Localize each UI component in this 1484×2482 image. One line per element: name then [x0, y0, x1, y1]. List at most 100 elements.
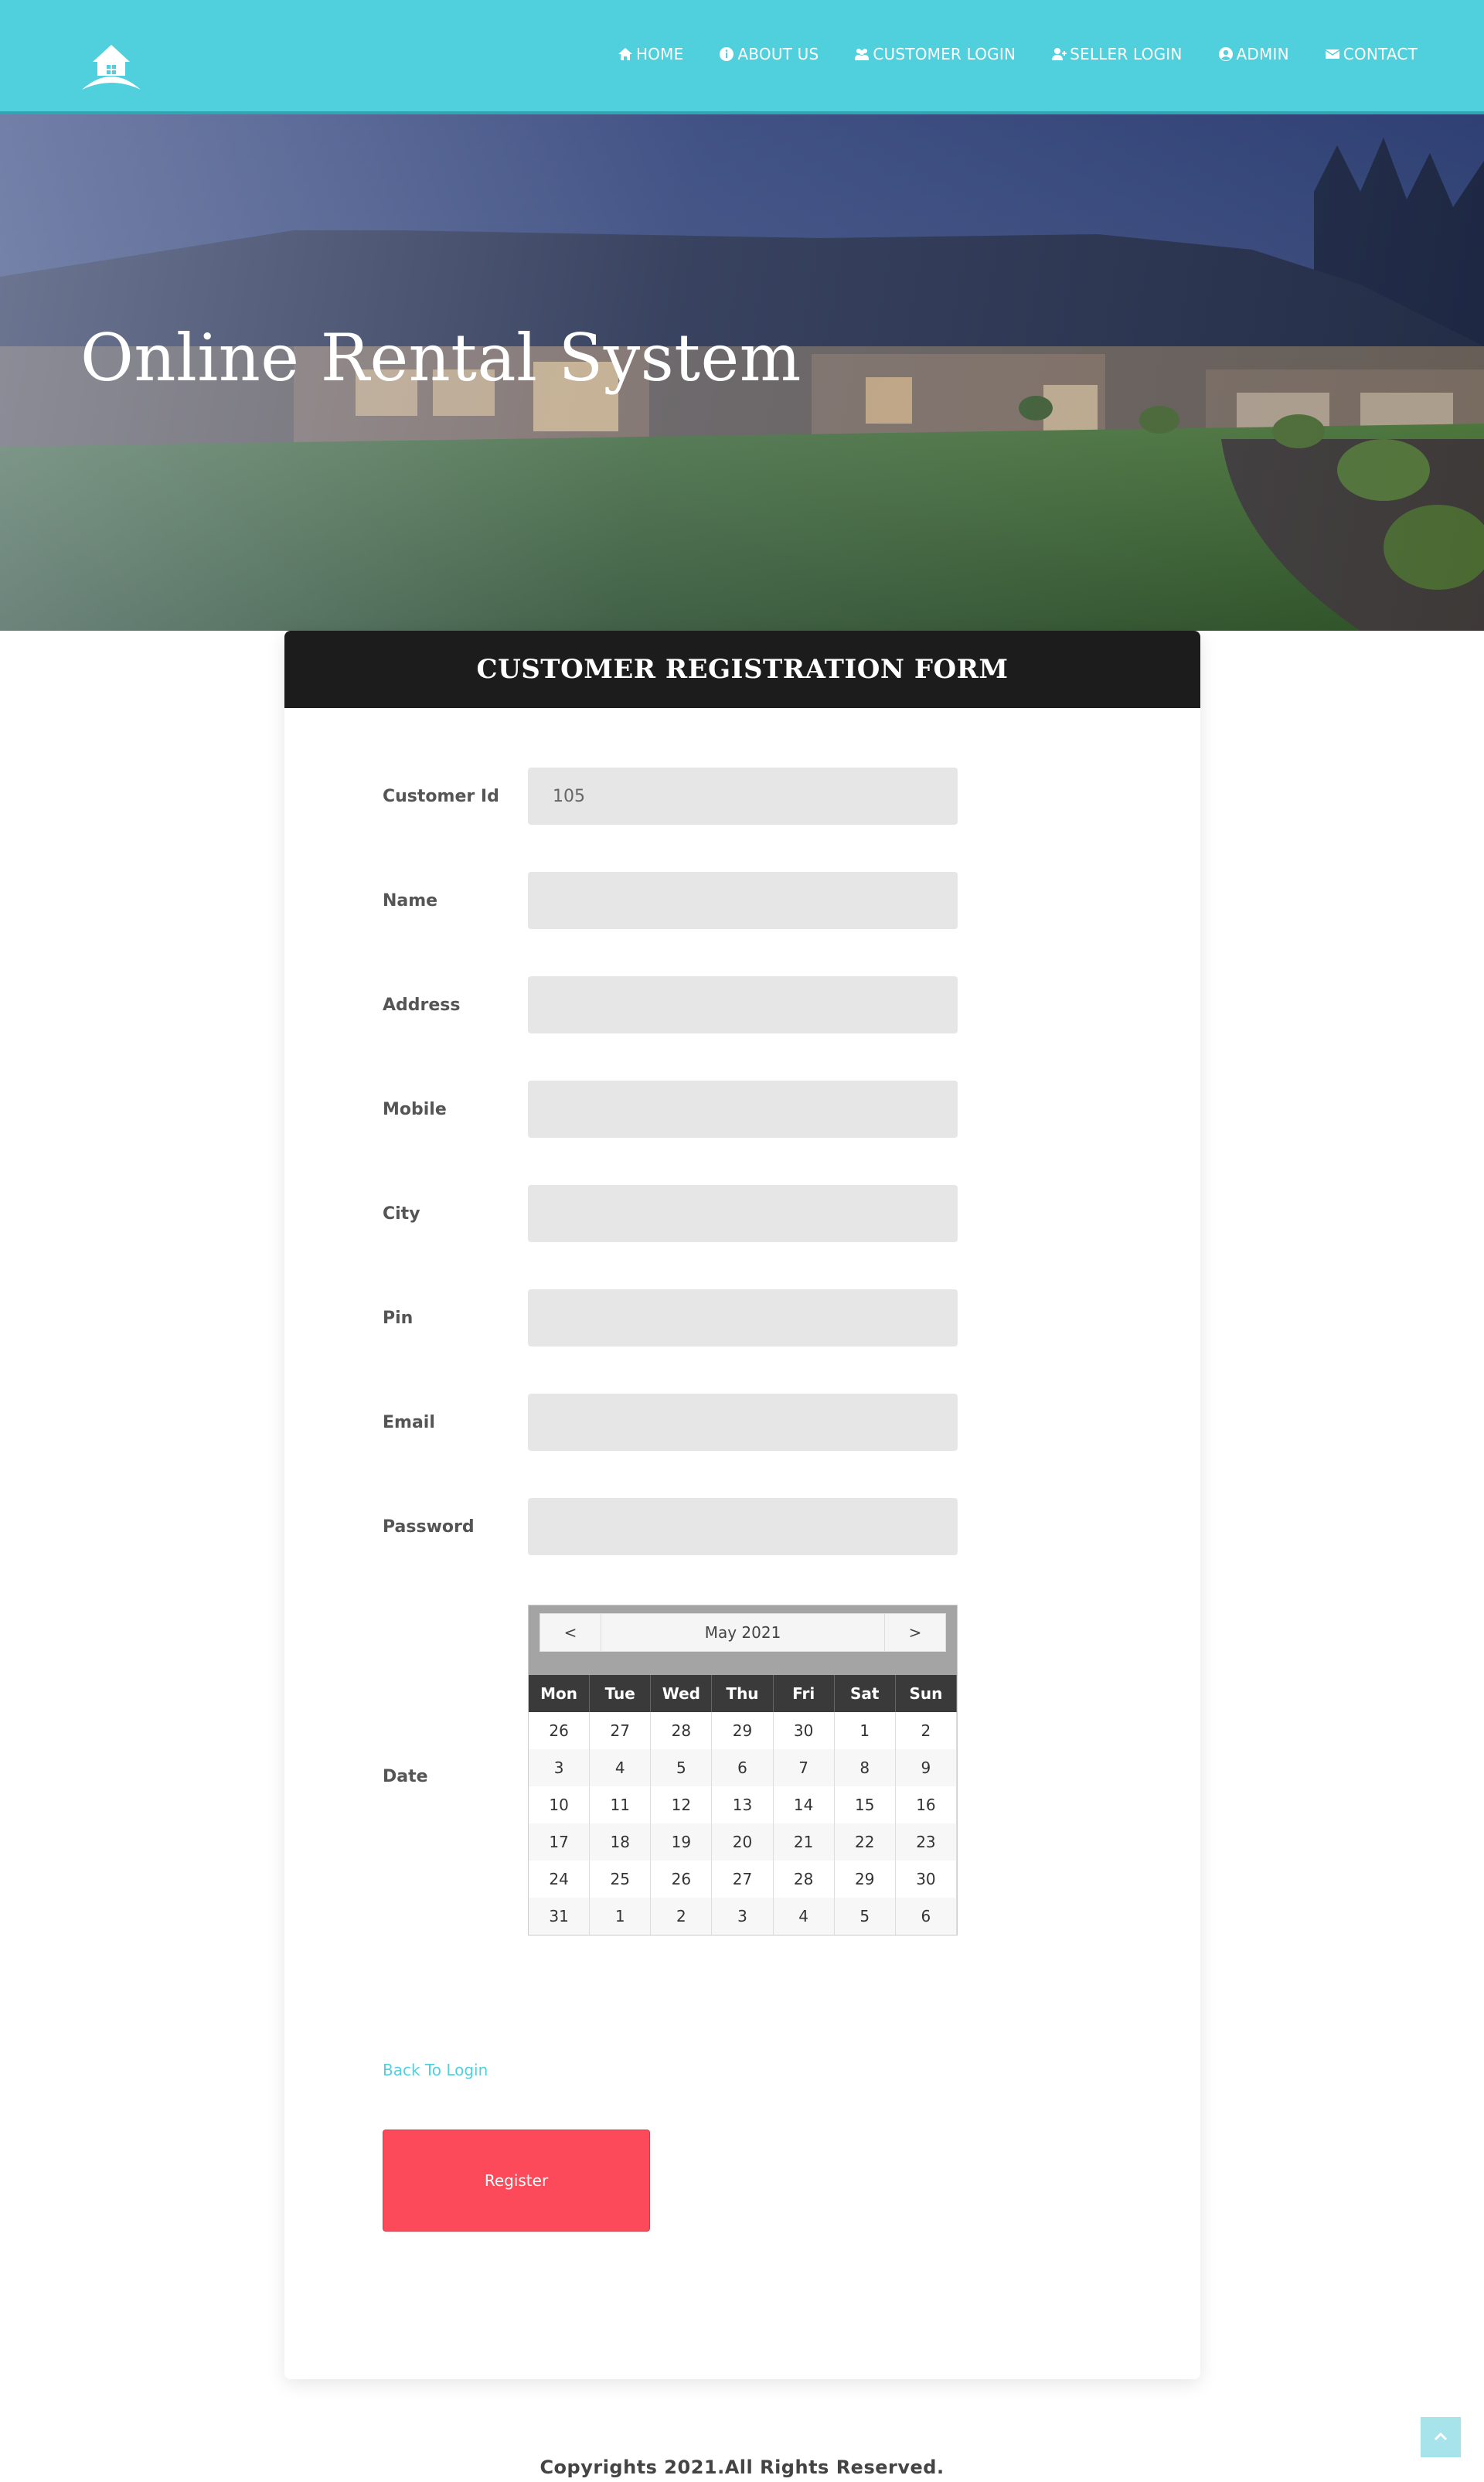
info-icon — [720, 47, 734, 61]
home-icon — [618, 48, 632, 60]
hero-title: Online Rental System — [80, 320, 802, 396]
back-to-login-link[interactable]: Back To Login — [383, 2061, 488, 2079]
nav-about-us[interactable]: ABOUT US — [719, 45, 819, 63]
calendar-day[interactable]: 21 — [773, 1823, 835, 1861]
calendar-day[interactable]: 25 — [590, 1861, 652, 1898]
user-circle-icon — [1218, 47, 1233, 61]
calendar-day[interactable]: 29 — [712, 1712, 774, 1749]
name-input[interactable] — [528, 872, 958, 929]
calendar-day[interactable]: 18 — [590, 1823, 652, 1861]
mobile-row: Mobile — [383, 1081, 958, 1138]
calendar-day[interactable]: 4 — [773, 1898, 835, 1935]
nav-admin-label: ADMIN — [1236, 45, 1289, 63]
name-row: Name — [383, 872, 958, 929]
calendar-day[interactable]: 26 — [529, 1712, 591, 1749]
pin-input[interactable] — [528, 1289, 958, 1347]
customer-id-label: Customer Id — [383, 786, 499, 806]
calendar-day[interactable]: 31 — [529, 1898, 591, 1935]
house-logo-icon[interactable] — [80, 42, 142, 93]
chevron-up-icon — [1434, 2432, 1448, 2441]
customer-id-input[interactable] — [528, 768, 958, 825]
calendar-day[interactable]: 28 — [651, 1712, 713, 1749]
calendar-day[interactable]: 6 — [712, 1749, 774, 1786]
calendar-day[interactable]: 1 — [835, 1712, 896, 1749]
form-header: CUSTOMER REGISTRATION FORM — [284, 631, 1200, 708]
calendar-day[interactable]: 29 — [835, 1861, 896, 1898]
calendar-day[interactable]: 5 — [834, 1898, 896, 1935]
address-label: Address — [383, 995, 461, 1015]
nav-about-label: ABOUT US — [737, 45, 819, 63]
calendar-day[interactable]: 12 — [651, 1786, 713, 1823]
calendar-day[interactable]: 7 — [773, 1749, 835, 1786]
address-input[interactable] — [528, 976, 958, 1033]
nav-admin[interactable]: ADMIN — [1218, 45, 1289, 63]
nav-seller-login[interactable]: SELLER LOGIN — [1051, 45, 1182, 63]
calendar-day[interactable]: 22 — [834, 1823, 896, 1861]
city-row: City — [383, 1185, 958, 1242]
calendar-weekday-header: Mon Tue Wed Thu Fri Sat Sun — [529, 1675, 957, 1712]
nav-home[interactable]: HOME — [618, 45, 683, 63]
calendar-day[interactable]: 2 — [896, 1712, 957, 1749]
calendar-day-grid: 26 27 28 29 30 1 2 3 4 5 6 7 8 9 10 11 1… — [529, 1712, 957, 1935]
scroll-to-top-button[interactable] — [1421, 2417, 1461, 2457]
calendar-day[interactable]: 19 — [651, 1823, 713, 1861]
calendar-day[interactable]: 11 — [590, 1786, 652, 1823]
customer-id-row: Customer Id — [383, 768, 958, 825]
calendar-next-button[interactable]: > — [885, 1614, 945, 1651]
nav-seller-login-label: SELLER LOGIN — [1070, 45, 1183, 63]
calendar-day[interactable]: 4 — [590, 1749, 652, 1786]
main-nav: HOME ABOUT US CUSTOMER LOGIN SELLER LOGI… — [582, 45, 1418, 63]
city-input[interactable] — [528, 1185, 958, 1242]
city-label: City — [383, 1204, 420, 1224]
form-title: CUSTOMER REGISTRATION FORM — [476, 654, 1009, 685]
calendar-day[interactable]: 5 — [651, 1749, 713, 1786]
nav-customer-login-label: CUSTOMER LOGIN — [873, 45, 1016, 63]
email-label: Email — [383, 1412, 435, 1432]
date-label: Date — [383, 1767, 428, 1786]
nav-home-label: HOME — [635, 45, 684, 63]
calendar-day[interactable]: 6 — [895, 1898, 957, 1935]
weekday-label: Tue — [590, 1675, 652, 1712]
calendar-day[interactable]: 3 — [529, 1749, 591, 1786]
calendar-day[interactable]: 16 — [896, 1786, 957, 1823]
calendar-day[interactable]: 27 — [590, 1712, 652, 1749]
calendar-day[interactable]: 23 — [895, 1823, 957, 1861]
calendar-day[interactable]: 30 — [896, 1861, 957, 1898]
calendar-day[interactable]: 3 — [712, 1898, 774, 1935]
calendar-day[interactable]: 27 — [712, 1861, 774, 1898]
calendar-day[interactable]: 2 — [651, 1898, 713, 1935]
mobile-input[interactable] — [528, 1081, 958, 1138]
calendar-day[interactable]: 1 — [590, 1898, 652, 1935]
calendar-day[interactable]: 20 — [712, 1823, 774, 1861]
email-input[interactable] — [528, 1394, 958, 1451]
calendar-day[interactable]: 15 — [835, 1786, 896, 1823]
calendar-header: < May 2021 > — [529, 1605, 957, 1675]
name-label: Name — [383, 890, 438, 911]
hero-banner: Online Rental System — [0, 114, 1484, 631]
calendar-day[interactable]: 10 — [529, 1786, 591, 1823]
weekday-label: Wed — [651, 1675, 713, 1712]
users-icon — [855, 49, 870, 60]
nav-contact-label: CONTACT — [1343, 45, 1418, 63]
calendar-day[interactable]: 30 — [774, 1712, 835, 1749]
calendar-day[interactable]: 14 — [774, 1786, 835, 1823]
address-row: Address — [383, 976, 958, 1033]
password-input[interactable] — [528, 1498, 958, 1555]
calendar-day[interactable]: 8 — [834, 1749, 896, 1786]
calendar-day[interactable]: 13 — [712, 1786, 774, 1823]
calendar-day[interactable]: 17 — [529, 1823, 591, 1861]
calendar-day[interactable]: 24 — [529, 1861, 591, 1898]
calendar-day[interactable]: 26 — [651, 1861, 713, 1898]
nav-contact[interactable]: CONTACT — [1325, 45, 1418, 63]
footer-copyright: Copyrights 2021.All Rights Reserved. — [539, 2456, 945, 2478]
calendar-day[interactable]: 28 — [774, 1861, 835, 1898]
nav-customer-login[interactable]: CUSTOMER LOGIN — [854, 45, 1016, 63]
weekday-label: Fri — [774, 1675, 835, 1712]
mobile-label: Mobile — [383, 1099, 447, 1119]
weekday-label: Sun — [896, 1675, 957, 1712]
register-button[interactable]: Register — [383, 2130, 650, 2232]
calendar-day[interactable]: 9 — [895, 1749, 957, 1786]
pin-label: Pin — [383, 1308, 414, 1328]
calendar-prev-button[interactable]: < — [540, 1614, 601, 1651]
envelope-icon — [1325, 49, 1340, 59]
